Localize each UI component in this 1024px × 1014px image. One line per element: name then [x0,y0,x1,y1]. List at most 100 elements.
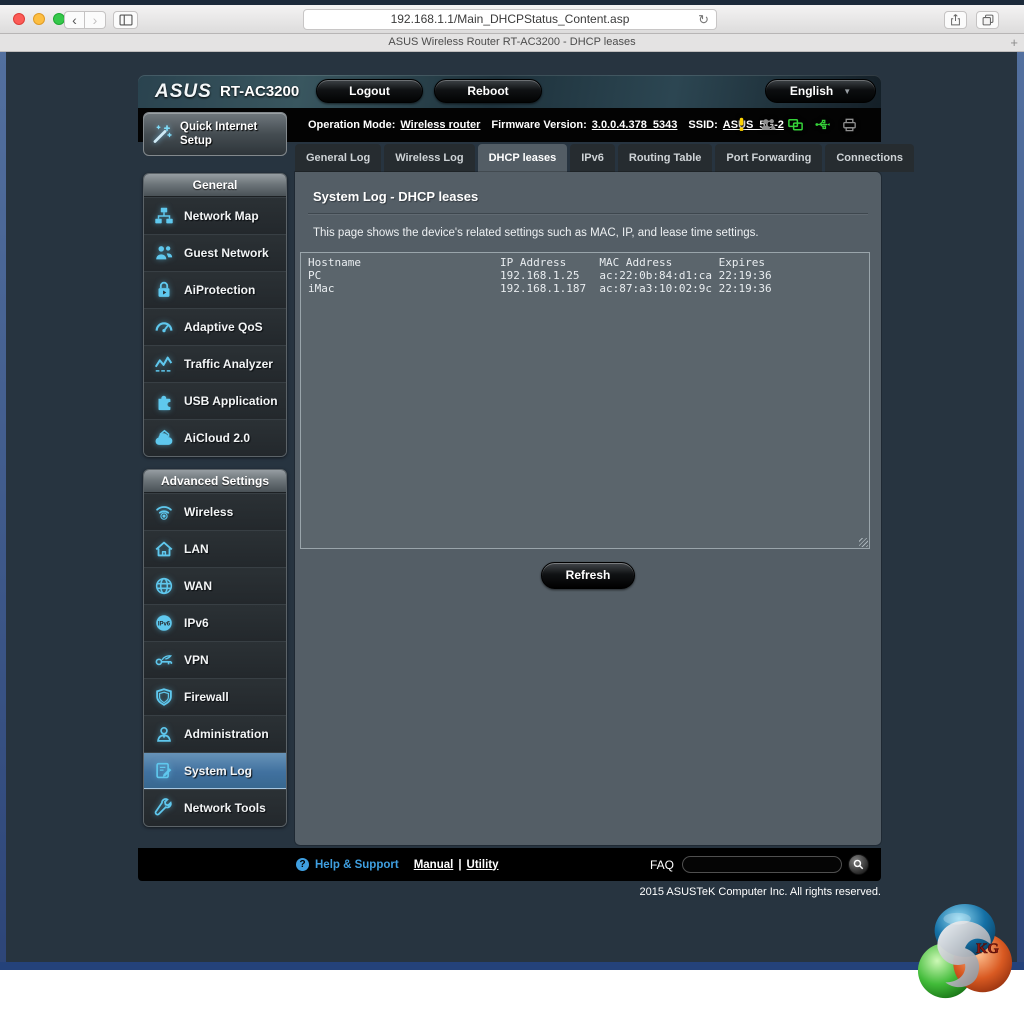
content-tabs: General Log Wireless Log DHCP leases IPv6 Ro… [295,142,914,172]
tab-wireless-log[interactable]: Wireless Log [384,144,475,172]
tab-dhcp-leases[interactable]: DHCP leases [477,144,568,172]
sidebar-item-aicloud-2-0[interactable]: AiCloud 2.0 [144,419,286,456]
administration-icon [144,723,184,745]
sidebar-section-advanced-settings: Advanced Settings Wireless LAN WAN IPv6 IPv6 V… [143,469,287,827]
reload-button[interactable]: ↻ [698,10,709,29]
section-header-general: General [144,174,286,197]
sidebar-item-firewall[interactable]: Firewall [144,678,286,715]
page-bottom-border [0,962,1024,970]
network-map-icon [144,205,184,227]
sidebar-item-network-tools[interactable]: Network Tools [144,789,286,826]
logout-button[interactable]: Logout [316,79,423,103]
manual-link[interactable]: Manual [414,859,454,871]
sidebar-item-label: LAN [184,542,209,556]
language-dropdown[interactable]: English ▼ [765,79,876,103]
reboot-button[interactable]: Reboot [434,79,542,103]
page-viewport: ASUS RT-AC3200 Logout Reboot English ▼ O… [0,52,1024,970]
system-log-icon [144,760,184,782]
qis-button[interactable]: Quick Internet Setup [143,112,287,156]
aicloud-icon [144,427,184,449]
network-tools-icon [144,797,184,819]
forward-button[interactable]: › [85,11,106,29]
language-value: English [789,84,834,98]
browser-toolbar: ‹ › 192.168.1.1/Main_DHCPStatus_Content.… [0,5,1024,34]
tabs-overview-icon [982,14,993,26]
adaptive-qos-icon [144,316,184,338]
faq-label: FAQ [649,857,674,872]
page-left-border [0,52,6,970]
firewall-icon [144,686,184,708]
chevron-down-icon: ▼ [843,86,852,96]
sidebar-item-label: Administration [184,727,269,741]
sidebar-item-lan[interactable]: LAN [144,530,286,567]
new-tab-button[interactable]: + [1010,34,1018,51]
notification-icon[interactable] [733,116,750,133]
share-icon [951,14,960,26]
sidebar-item-label: VPN [184,653,209,667]
tab-routing-table[interactable]: Routing Table [617,144,713,172]
sidebar-item-guest-network[interactable]: Guest Network [144,234,286,271]
help-support-link[interactable]: ? Help & Support [296,858,399,871]
sidebar-toggle-button[interactable] [113,11,138,29]
tab-port-forwarding[interactable]: Port Forwarding [715,144,823,172]
ipv6-icon: IPv6 [144,612,184,634]
copyright: 2015 ASUSTeK Computer Inc. All rights re… [639,886,881,898]
content-area: General Log Wireless Log DHCP leases IPv6 Ro… [295,142,914,845]
minimize-window-button[interactable] [33,13,45,25]
printer-icon[interactable] [841,116,858,133]
sidebar-item-system-log[interactable]: System Log [144,752,286,789]
sidebar-item-administration[interactable]: Administration [144,715,286,752]
usb-device-icon[interactable] [814,116,831,133]
sidebar-item-label: Firewall [184,690,229,704]
history-nav: ‹ › [64,11,106,29]
dhcp-lease-textarea[interactable]: Hostname IP Address MAC Address Expires … [300,252,870,549]
tab-connections[interactable]: Connections [825,144,914,172]
lan-devices-icon[interactable] [787,116,804,133]
guest-network-icon [144,242,184,264]
close-window-button[interactable] [13,13,25,25]
tabs-overview-button[interactable] [976,11,999,29]
browser-tab-title[interactable]: ASUS Wireless Router RT-AC3200 - DHCP le… [0,34,1024,51]
operation-mode-link[interactable]: Wireless router [400,119,480,131]
sidebar-sections: General Network Map Guest Network AiProtect… [143,173,287,827]
sidebar-item-wan[interactable]: WAN [144,567,286,604]
tab-general-log[interactable]: General Log [295,144,382,172]
faq-search-input[interactable] [682,856,842,873]
sidebar-item-label: AiCloud 2.0 [184,431,251,445]
page-right-border [1017,52,1024,970]
magic-wand-icon [144,122,180,146]
svg-text:KG: KG [976,941,999,957]
traffic-lights [13,13,65,25]
status-icons [733,116,858,133]
sidebar-item-ipv6[interactable]: IPv6 IPv6 [144,604,286,641]
sidebar-item-usb-application[interactable]: USB Application [144,382,286,419]
firmware-version-link[interactable]: 3.0.0.4.378_5343 [592,119,678,131]
sidebar-item-label: Guest Network [184,246,269,260]
search-icon [853,859,864,870]
sidebar-item-label: WAN [184,579,212,593]
content-panel: System Log - DHCP leases This page shows… [295,172,881,845]
usb-application-icon [144,390,184,412]
back-button[interactable]: ‹ [64,11,85,29]
tab-ipv6[interactable]: IPv6 [570,144,615,172]
sidebar-item-label: USB Application [184,394,278,408]
sidebar-item-vpn[interactable]: VPN [144,641,286,678]
sidebar-item-wireless[interactable]: Wireless [144,493,286,530]
sidebar-item-label: System Log [184,763,253,778]
clients-icon[interactable] [760,116,777,133]
refresh-button[interactable]: Refresh [540,562,636,589]
url-field[interactable]: 192.168.1.1/Main_DHCPStatus_Content.asp … [303,9,717,30]
utility-link[interactable]: Utility [467,859,499,871]
sidebar-item-aiprotection[interactable]: AiProtection [144,271,286,308]
wan-icon [144,575,184,597]
sidebar-item-label: Wireless [184,505,234,519]
sidebar-item-traffic-analyzer[interactable]: Traffic Analyzer [144,345,286,382]
sidebar-item-label: Adaptive QoS [184,320,263,334]
page-title: System Log - DHCP leases [313,189,479,204]
faq-search-button[interactable] [848,854,869,875]
sidebar-item-adaptive-qos[interactable]: Adaptive QoS [144,308,286,345]
kitguru-logo: KG [916,900,1014,1006]
sidebar-item-network-map[interactable]: Network Map [144,197,286,234]
share-button[interactable] [944,11,967,29]
qis-label: Quick Internet Setup [180,120,258,147]
